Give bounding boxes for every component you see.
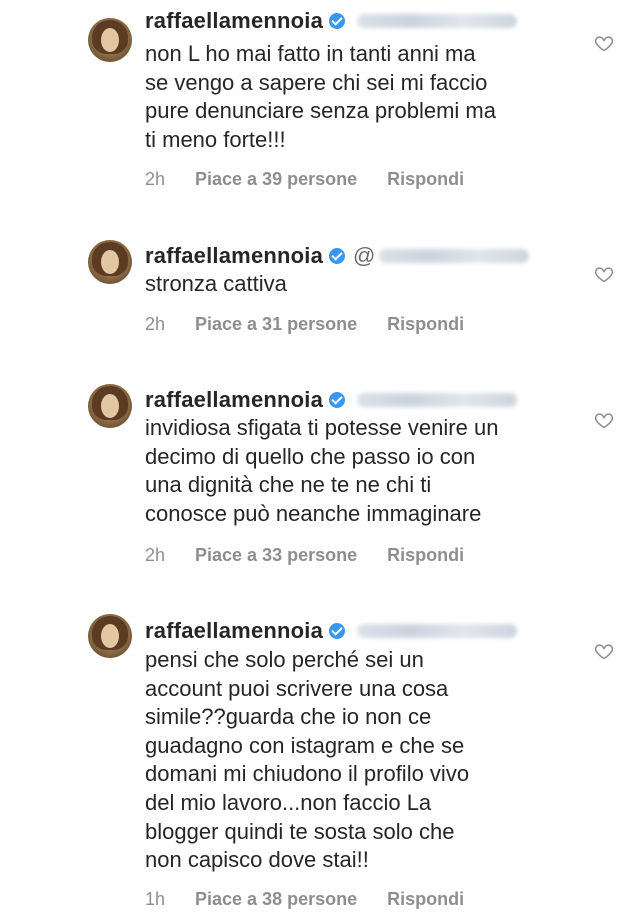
comment-time[interactable]: 2h [145,314,195,335]
verified-badge-icon [329,13,346,29]
verified-badge-icon [329,623,346,639]
verified-badge-icon [329,392,346,408]
username-link[interactable]: raffaellamennoia [145,618,323,644]
mention-link[interactable] [353,14,518,28]
comment-time[interactable]: 2h [145,545,195,566]
likes-count[interactable]: Piace a 31 persone [195,314,357,335]
username-link[interactable]: raffaellamennoia [145,243,323,269]
avatar[interactable] [88,384,132,428]
likes-count[interactable]: Piace a 33 persone [195,545,357,566]
heart-outline-icon[interactable] [594,641,614,661]
username-link[interactable]: raffaellamennoia [145,387,323,413]
comment-header: raffaellamennoia [145,6,518,36]
redacted-mention [357,14,518,28]
comment-text: pensi che solo perché sei un account puo… [145,647,470,873]
heart-outline-icon[interactable] [594,33,614,53]
comment-header: raffaellamennoia [145,616,518,646]
mention-prefix: @ [353,243,376,268]
comment-meta: 2h Piace a 39 persone Rispondi [145,167,464,191]
reply-button[interactable]: Rispondi [387,545,464,566]
reply-button[interactable]: Rispondi [387,889,464,910]
mention-link[interactable] [353,624,518,638]
comment-header: raffaellamennoia [145,385,518,415]
heart-outline-icon[interactable] [594,410,614,430]
comment-text: non L ho mai fatto in tanti anni ma se v… [145,41,496,152]
avatar[interactable] [88,18,132,62]
comment-meta: 1h Piace a 38 persone Rispondi [145,887,464,911]
comment-time[interactable]: 2h [145,169,195,190]
reply-button[interactable]: Rispondi [387,169,464,190]
likes-count[interactable]: Piace a 39 persone [195,169,357,190]
username-link[interactable]: raffaellamennoia [145,8,323,34]
comment-time[interactable]: 1h [145,889,195,910]
redacted-mention [357,393,518,407]
reply-button[interactable]: Rispondi [387,314,464,335]
comment-text: stronza cattiva [145,271,287,296]
avatar[interactable] [88,240,132,284]
likes-count[interactable]: Piace a 38 persone [195,889,357,910]
mention-link[interactable] [353,393,518,407]
comment-meta: 2h Piace a 33 persone Rispondi [145,543,464,567]
heart-outline-icon[interactable] [594,264,614,284]
avatar[interactable] [88,614,132,658]
redacted-mention [357,624,518,638]
mention-link[interactable]: @ [353,243,530,269]
comment-text: invidiosa sfigata ti potesse venire un d… [145,415,499,526]
verified-badge-icon [329,248,346,264]
comment-meta: 2h Piace a 31 persone Rispondi [145,312,464,336]
redacted-mention [379,249,530,263]
comment-header: raffaellamennoia @ [145,241,530,271]
